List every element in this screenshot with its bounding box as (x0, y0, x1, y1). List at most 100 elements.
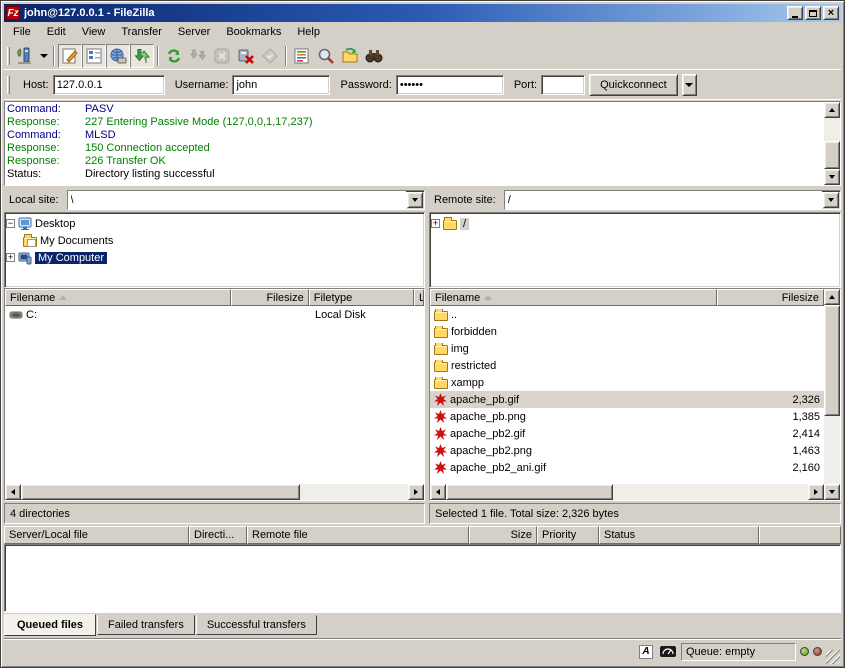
tab-successful-transfers[interactable]: Successful transfers (196, 615, 317, 635)
window-title: john@127.0.0.1 - FileZilla (24, 7, 785, 19)
column-header-size[interactable]: Size (469, 526, 537, 544)
column-header-filesize[interactable]: Filesize (717, 289, 824, 306)
column-header-remote-file[interactable]: Remote file (247, 526, 469, 544)
scroll-track[interactable] (824, 305, 840, 484)
tree-item-my-computer[interactable]: + My Computer (6, 249, 423, 266)
password-input[interactable] (396, 75, 504, 95)
menu-help[interactable]: Help (289, 24, 328, 40)
column-header-direction[interactable]: Directi... (189, 526, 247, 544)
site-manager-button[interactable] (13, 44, 37, 68)
file-row[interactable]: .. (430, 306, 824, 323)
scroll-track[interactable] (824, 118, 840, 169)
tree-item-my-documents[interactable]: My Documents (6, 232, 423, 249)
tab-queued-files[interactable]: Queued files (4, 614, 96, 636)
file-row[interactable]: apache_pb2_ani.gif 2,160 (430, 459, 824, 476)
minimize-button[interactable] (787, 6, 803, 20)
menu-server[interactable]: Server (170, 24, 218, 40)
local-hscrollbar[interactable] (5, 484, 424, 500)
column-header-filetype[interactable]: Filetype (309, 289, 414, 306)
menu-file[interactable]: File (5, 24, 39, 40)
remote-site-input[interactable] (505, 191, 822, 209)
host-input[interactable] (53, 75, 165, 95)
disconnect-button[interactable] (234, 44, 258, 68)
toggle-local-tree-button[interactable] (82, 44, 106, 68)
file-row[interactable]: xampp (430, 374, 824, 391)
cancel-operation-button[interactable] (210, 44, 234, 68)
file-row-selected[interactable]: apache_pb.gif 2,326 (430, 391, 824, 408)
column-header-filesize[interactable]: Filesize (231, 289, 308, 306)
column-header-server-local-file[interactable]: Server/Local file (4, 526, 189, 544)
log-scrollbar[interactable] (824, 102, 840, 185)
file-row[interactable]: apache_pb2.png 1,463 (430, 442, 824, 459)
tree-item-label: My Documents (40, 235, 113, 247)
file-row[interactable]: restricted (430, 357, 824, 374)
quickconnect-dropdown-button[interactable] (682, 74, 697, 96)
refresh-button[interactable] (162, 44, 186, 68)
file-row[interactable]: apache_pb2.gif 2,414 (430, 425, 824, 442)
file-row[interactable]: forbidden (430, 323, 824, 340)
process-queue-button[interactable] (186, 44, 210, 68)
tree-item-desktop[interactable]: − Desktop (6, 215, 423, 232)
collapse-icon[interactable]: − (6, 219, 15, 228)
menu-bookmarks[interactable]: Bookmarks (218, 24, 289, 40)
file-row[interactable]: img (430, 340, 824, 357)
expand-icon[interactable]: + (6, 253, 15, 262)
file-type: Local Disk (315, 309, 366, 321)
remote-vscrollbar[interactable] (824, 289, 840, 500)
site-manager-dropdown-button[interactable] (37, 44, 50, 68)
queue-body[interactable] (4, 544, 841, 612)
file-size: 2,414 (792, 428, 820, 440)
menu-transfer[interactable]: Transfer (113, 24, 170, 40)
close-icon: × (828, 8, 834, 18)
toggle-remote-tree-button[interactable] (106, 44, 130, 68)
scroll-left-button[interactable] (5, 484, 21, 500)
scroll-thumb[interactable] (824, 305, 840, 416)
scroll-up-button[interactable] (824, 102, 840, 118)
column-header-status[interactable]: Status (599, 526, 759, 544)
scroll-thumb[interactable] (824, 141, 840, 169)
scroll-left-button[interactable] (430, 484, 446, 500)
menu-edit[interactable]: Edit (39, 24, 74, 40)
scroll-up-button[interactable] (824, 289, 840, 305)
scroll-track[interactable] (446, 484, 808, 500)
scroll-down-button[interactable] (824, 484, 840, 500)
quickconnect-button[interactable]: Quickconnect (589, 74, 678, 96)
port-input[interactable] (541, 75, 585, 95)
remote-hscrollbar[interactable] (430, 484, 824, 500)
scroll-down-button[interactable] (824, 169, 840, 185)
file-row[interactable]: apache_pb.png 1,385 (430, 408, 824, 425)
remote-site-combo[interactable] (504, 190, 841, 210)
maximize-button[interactable] (805, 6, 821, 20)
scroll-track[interactable] (21, 484, 408, 500)
local-site-combo[interactable] (67, 190, 425, 210)
scroll-right-button[interactable] (408, 484, 424, 500)
tab-failed-transfers[interactable]: Failed transfers (97, 615, 195, 635)
local-site-dropdown-button[interactable] (407, 192, 423, 208)
close-button[interactable]: × (823, 6, 839, 20)
menu-view[interactable]: View (74, 24, 114, 40)
scroll-thumb[interactable] (446, 484, 613, 500)
expand-icon[interactable]: + (431, 219, 440, 228)
resize-grip[interactable] (826, 650, 840, 664)
column-header-lastmodified[interactable]: L (414, 289, 424, 306)
synchronized-browsing-button[interactable] (338, 44, 362, 68)
directory-listing-button[interactable] (290, 44, 314, 68)
remote-site-dropdown-button[interactable] (823, 192, 839, 208)
chevron-down-icon (685, 83, 693, 87)
column-header-priority[interactable]: Priority (537, 526, 599, 544)
remote-status-line: Selected 1 file. Total size: 2,326 bytes (429, 503, 841, 524)
title-bar: Fz john@127.0.0.1 - FileZilla × (4, 4, 841, 22)
scroll-thumb[interactable] (21, 484, 300, 500)
file-row-c-drive[interactable]: C: Local Disk (5, 306, 424, 323)
scroll-right-button[interactable] (808, 484, 824, 500)
username-input[interactable] (232, 75, 330, 95)
local-site-input[interactable] (68, 191, 406, 209)
tree-item-root[interactable]: + / (431, 215, 839, 232)
find-files-button[interactable] (314, 44, 338, 68)
toggle-queue-button[interactable] (130, 44, 154, 68)
column-header-filename[interactable]: Filename (5, 289, 231, 306)
column-header-filename[interactable]: Filename (430, 289, 717, 306)
reconnect-button[interactable] (258, 44, 282, 68)
filter-button[interactable] (362, 44, 386, 68)
toggle-message-log-button[interactable] (58, 44, 82, 68)
